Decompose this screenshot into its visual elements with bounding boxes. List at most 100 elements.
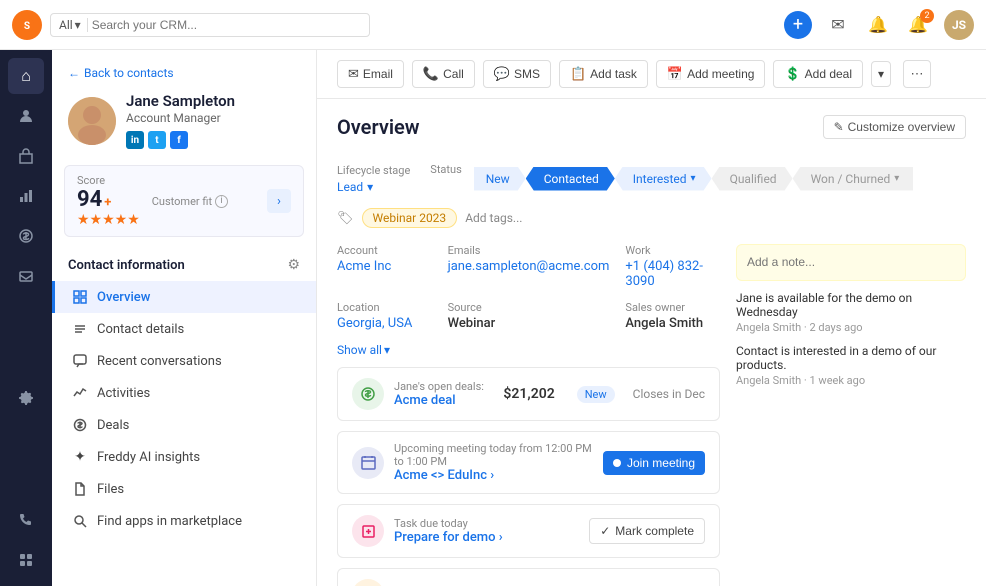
pipeline-steps: New Contacted Interested ▾ Qualified Won…: [474, 167, 966, 191]
call-button[interactable]: 📞 Call: [412, 60, 475, 88]
activities-icon: [71, 384, 89, 402]
checkmark-icon: ✓: [600, 524, 610, 538]
add-deal-dropdown-btn[interactable]: ▾: [871, 61, 891, 87]
overview-content-row: Account Acme Inc Emails jane.sampleton@a…: [337, 244, 966, 586]
lifecycle-stage-value[interactable]: Lead ▾: [337, 180, 410, 194]
settings-gear-icon[interactable]: ⚙: [287, 257, 300, 273]
user-avatar[interactable]: JS: [944, 10, 974, 40]
tags-row: 🏷 Webinar 2023 Add tags...: [337, 208, 966, 228]
score-card: Score 94 + ★★★★★ Customer fit i ›: [64, 165, 304, 237]
account-label: Account: [337, 244, 432, 257]
add-tags-btn[interactable]: Add tags...: [465, 211, 522, 225]
note-text-2: Contact is interested in a demo of our p…: [736, 344, 966, 372]
email-icon-btn[interactable]: ✉: [824, 11, 852, 39]
twitter-icon[interactable]: t: [148, 131, 166, 149]
sidebar-icon-accounts[interactable]: [8, 138, 44, 174]
notification-bell-btn[interactable]: 🔔: [864, 11, 892, 39]
sidebar-icon-inbox[interactable]: [8, 258, 44, 294]
meeting-card: Upcoming meeting today from 12:00 PM to …: [337, 431, 720, 494]
meeting-name[interactable]: Acme <> EduInc ›: [394, 468, 593, 483]
interested-chevron-icon: ▾: [691, 173, 696, 184]
nav-item-files[interactable]: Files: [52, 473, 316, 505]
info-icon: i: [215, 195, 228, 208]
work-value[interactable]: +1 (404) 832-3090: [625, 259, 720, 289]
work-label: Work: [625, 244, 720, 257]
facebook-icon[interactable]: f: [170, 131, 188, 149]
location-value[interactable]: Georgia, USA: [337, 316, 432, 331]
deal-name[interactable]: Acme deal: [394, 393, 493, 408]
note-input[interactable]: [747, 255, 955, 269]
nav-item-marketplace[interactable]: Find apps in marketplace: [52, 505, 316, 537]
tag-icon: 🏷: [337, 211, 354, 226]
sidebar-icon-settings[interactable]: [8, 380, 44, 416]
search-input[interactable]: [92, 18, 361, 32]
alerts-btn[interactable]: 🔔 2: [904, 11, 932, 39]
webinar-tag[interactable]: Webinar 2023: [362, 208, 458, 228]
contact-sidebar: ← Back to contacts Jane Sampleton Accoun…: [52, 50, 317, 586]
nav-item-freddy-ai[interactable]: ✦ Freddy AI insights: [52, 441, 316, 473]
nav-item-contact-details[interactable]: Contact details: [52, 313, 316, 345]
info-grid: Account Acme Inc Emails jane.sampleton@a…: [337, 244, 720, 331]
nav-item-overview[interactable]: Overview: [52, 281, 316, 313]
add-deal-button[interactable]: 💲 Add deal: [773, 60, 863, 88]
customer-fit-label: Customer fit i: [152, 195, 228, 208]
app-logo[interactable]: S: [12, 10, 42, 40]
chevron-down-show-all-icon: ▾: [384, 343, 390, 357]
task-card-icon: [352, 515, 384, 547]
sidebar-icon-contacts[interactable]: [8, 98, 44, 134]
score-stars: ★★★★★: [77, 212, 140, 228]
score-value: 94: [77, 187, 102, 212]
task-card: Task due today Prepare for demo › ✓: [337, 504, 720, 558]
nav-activities-label: Activities: [97, 386, 150, 401]
sidebar-icon-home[interactable]: ⌂: [8, 58, 44, 94]
freddy-ai-icon: ✦: [71, 448, 89, 466]
back-to-contacts-link[interactable]: ← Back to contacts: [68, 66, 300, 80]
nav-item-recent-conversations[interactable]: Recent conversations: [52, 345, 316, 377]
email-value[interactable]: jane.sampleton@acme.com: [448, 259, 610, 274]
sidebar-icon-deals[interactable]: [8, 218, 44, 254]
sidebar-icon-reports[interactable]: [8, 178, 44, 214]
email-button[interactable]: ✉ Email: [337, 60, 404, 88]
linkedin-icon[interactable]: in: [126, 131, 144, 149]
notification-badge: 2: [920, 9, 934, 23]
contact-info-section-header: Contact information ⚙: [52, 249, 316, 281]
score-expand-btn[interactable]: ›: [267, 189, 291, 213]
customize-overview-btn[interactable]: ✎ Customize overview: [823, 115, 966, 139]
mark-complete-btn[interactable]: ✓ Mark complete: [589, 518, 705, 544]
nav-deals-label: Deals: [97, 418, 129, 433]
nav-item-deals[interactable]: Deals: [52, 409, 316, 441]
sms-button[interactable]: 💬 SMS: [483, 60, 551, 88]
add-meeting-icon: 📅: [667, 66, 683, 82]
add-meeting-button[interactable]: 📅 Add meeting: [656, 60, 766, 88]
nav-recent-conversations-label: Recent conversations: [97, 354, 222, 369]
overview-section: Overview ✎ Customize overview Lifecycle …: [317, 99, 986, 586]
note-item-1: Jane is available for the demo on Wednes…: [736, 291, 966, 334]
top-nav: S All ▾ + ✉ 🔔 🔔 2 JS: [0, 0, 986, 50]
score-label: Score: [77, 174, 140, 187]
sidebar-icon-grid[interactable]: [8, 542, 44, 578]
overview-title: Overview: [337, 115, 420, 139]
deal-card-icon: [352, 378, 384, 410]
pipeline-step-new[interactable]: New: [474, 167, 526, 191]
meeting-info: Upcoming meeting today from 12:00 PM to …: [394, 442, 593, 483]
pipeline-step-won-churned[interactable]: Won / Churned ▾: [793, 167, 914, 191]
nav-marketplace-label: Find apps in marketplace: [97, 514, 242, 529]
task-name[interactable]: Prepare for demo ›: [394, 530, 579, 545]
search-filter-dropdown[interactable]: All ▾: [59, 18, 88, 32]
pipeline-step-contacted[interactable]: Contacted: [526, 167, 615, 191]
lifecycle-chevron-icon: ▾: [367, 180, 373, 194]
sidebar-icon-phone[interactable]: [8, 502, 44, 538]
more-actions-btn[interactable]: ⋯: [903, 60, 931, 88]
nav-item-activities[interactable]: Activities: [52, 377, 316, 409]
nav-contact-details-label: Contact details: [97, 322, 184, 337]
show-all-btn[interactable]: Show all ▾: [337, 343, 720, 357]
sales-owner-value: Angela Smith: [625, 316, 720, 331]
add-button[interactable]: +: [784, 11, 812, 39]
add-task-button[interactable]: 📋 Add task: [559, 60, 648, 88]
deal-card: Jane's open deals: Acme deal $21,202 New…: [337, 367, 720, 421]
account-value[interactable]: Acme Inc: [337, 259, 432, 274]
pipeline-step-qualified[interactable]: Qualified: [712, 167, 793, 191]
pipeline-step-interested[interactable]: Interested ▾: [615, 167, 712, 191]
join-meeting-btn[interactable]: Join meeting: [603, 451, 705, 475]
nav-overview-label: Overview: [97, 290, 150, 305]
